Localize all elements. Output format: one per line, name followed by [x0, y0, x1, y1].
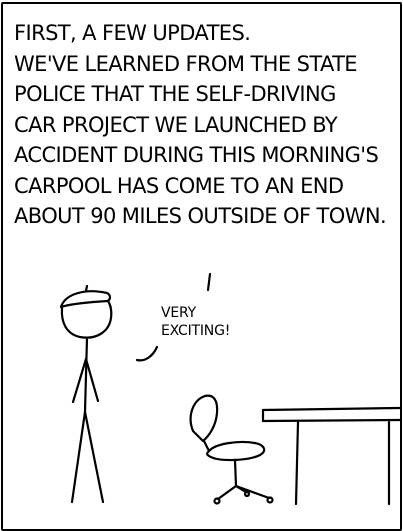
left-arm: [71, 357, 88, 404]
chair-wheel: [266, 496, 274, 504]
chair-back-support: [202, 439, 211, 453]
speech-line: VERY: [161, 305, 197, 321]
desk-leg: [294, 420, 300, 506]
desk-top-edge: [261, 418, 400, 423]
speech-tail: [135, 345, 159, 362]
caption-speaker-tick: [206, 272, 212, 292]
office-chair: [189, 394, 274, 505]
comic-scene: [59, 272, 400, 506]
beret: [59, 290, 112, 309]
desk: [261, 406, 400, 506]
left-leg: [70, 410, 87, 504]
chair-wheel: [243, 490, 251, 498]
chair-wheel: [213, 497, 221, 505]
beret-stem: [84, 284, 89, 293]
speech-bubble-text: VERY EXCITING!: [161, 304, 230, 340]
comic-panel: FIRST, A FEW UPDATES. WE'VE LEARNED FROM…: [1, 2, 402, 531]
chair-seat: [206, 440, 266, 462]
desk-top: [261, 406, 400, 412]
chair-post: [233, 458, 238, 488]
head: [60, 299, 113, 339]
torso: [83, 336, 89, 414]
chair-back: [189, 394, 219, 443]
right-leg: [83, 410, 105, 504]
right-arm: [84, 357, 100, 403]
chair-leg-left: [216, 484, 238, 501]
stick-figure: [59, 284, 113, 504]
speech-line: EXCITING!: [161, 323, 231, 339]
